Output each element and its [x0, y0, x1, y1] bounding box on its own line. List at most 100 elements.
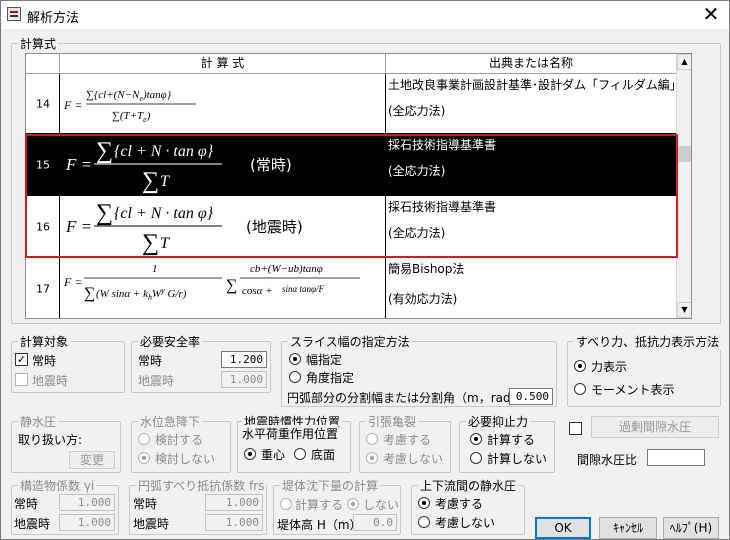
arc-quake-input[interactable]: 1.000: [205, 514, 263, 531]
structure-quake-input[interactable]: 1.000: [59, 514, 115, 531]
calc-target-label: 計算対象: [18, 333, 71, 350]
source-method: (全応力法): [388, 104, 446, 118]
table-header-formula[interactable]: 計 算 式: [60, 54, 386, 74]
settlement-label: 堤体沈下量の計算: [280, 477, 381, 494]
safety-quake-input[interactable]: 1.000: [221, 371, 267, 388]
excess-pore-checkbox[interactable]: [569, 422, 582, 435]
static-water-change-button[interactable]: 変更: [69, 451, 115, 469]
formula-17-image: F = 1 ∑ (W sinα + khWy G/r) ∑ cb+(W−ub)t…: [63, 263, 360, 302]
crack-consider-radio[interactable]: [366, 433, 378, 445]
svg-text:F =: F =: [65, 155, 92, 174]
settlement-calc-label: 計算する: [295, 498, 344, 512]
normal-checkbox[interactable]: ✓: [15, 353, 28, 366]
force-display-label: 力表示: [591, 360, 628, 374]
cancel-button[interactable]: ｷｬﾝｾﾙ: [599, 517, 657, 539]
structure-normal-input[interactable]: 1.000: [59, 494, 115, 511]
svg-text:T: T: [160, 173, 170, 190]
ok-button[interactable]: OK: [535, 517, 591, 539]
source-cell: 採石技術指導基準書 (全応力法): [386, 134, 676, 195]
svg-text:∑(T+Te): ∑(T+Te): [112, 110, 151, 124]
arc-factor-label: 円弧すべり抵抗係数 frs: [136, 477, 267, 494]
downstream-noconsider-radio[interactable]: [418, 516, 430, 528]
static-water-handling-label: 取り扱い方:: [18, 433, 83, 447]
close-icon[interactable]: ✕: [701, 3, 721, 25]
arc-normal-input[interactable]: 1.000: [205, 494, 263, 511]
downstream-consider-radio[interactable]: [418, 497, 430, 509]
suppression-calc-radio[interactable]: [470, 433, 482, 445]
source-name: 採石技術指導基準書: [388, 200, 497, 214]
table-row-selected[interactable]: 15 F = ∑ {cl + N · tan φ} ∑ T (常時) 採石技術指…: [26, 134, 676, 196]
drawdown-nocheck-radio[interactable]: [138, 452, 150, 464]
settlement-calc-radio[interactable]: [280, 498, 292, 510]
structure-quake-label: 地震時: [14, 517, 51, 531]
table-row[interactable]: 16 F = ∑ {cl + N · tan φ} ∑ T (地震時) 採石技術…: [26, 196, 676, 258]
formula-14-image: F = ∑{cl+(N−Ne)tanφ} ∑(T+Te): [63, 89, 196, 124]
table-header-corner: [26, 54, 60, 74]
table-row[interactable]: 17 F = 1 ∑ (W sinα + khWy G/r) ∑ cb+(W−u…: [26, 258, 676, 318]
suppression-nocalc-radio[interactable]: [470, 452, 482, 464]
slice-div-input[interactable]: 0.500: [509, 388, 553, 405]
quake-checkbox[interactable]: [15, 373, 28, 386]
moment-display-radio[interactable]: [574, 383, 586, 395]
formula-note: (地震時): [246, 218, 303, 236]
table-header-source[interactable]: 出典または名称: [386, 54, 676, 74]
row-number: 14: [36, 97, 50, 110]
moment-display-label: モーメント表示: [591, 383, 675, 397]
safety-normal-label: 常時: [138, 354, 163, 368]
structure-factor-label: 構造物係数 γi: [18, 477, 97, 494]
drawdown-check-radio[interactable]: [138, 433, 150, 445]
inertia-centroid-radio[interactable]: [244, 448, 256, 460]
slice-angle-radio[interactable]: [289, 371, 301, 383]
source-cell: 土地改良事業計画設計基準･設計ダム「フィルダム編」 (全応力法): [386, 74, 682, 133]
svg-text:sinα tanφ/F: sinα tanφ/F: [282, 284, 324, 294]
scroll-up-icon[interactable]: ▲: [677, 54, 691, 70]
suppression-calc-label: 計算する: [487, 433, 536, 447]
inertia-label2: 水平荷重作用位置: [242, 425, 339, 442]
safety-label: 必要安全率: [138, 333, 203, 350]
crack-consider-label: 考慮する: [383, 433, 432, 447]
svg-text:∑: ∑: [142, 230, 159, 256]
display-label: すべり力、抵抗力表示方法: [574, 333, 722, 350]
svg-text:T: T: [160, 235, 170, 252]
svg-text:cosα +: cosα +: [242, 285, 273, 297]
formula-note: (常時): [250, 156, 292, 174]
dam-height-input[interactable]: 0.0: [353, 514, 397, 531]
source-name: 簡易Bishop法: [388, 262, 465, 276]
table-row[interactable]: 14 F = ∑{cl+(N−Ne)tanφ} ∑(T+Te) 土地改良事業計画…: [26, 74, 682, 134]
formula-cell: F = ∑ {cl + N · tan φ} ∑ T (地震時): [60, 196, 386, 257]
crack-noconsider-radio[interactable]: [366, 452, 378, 464]
pore-ratio-label: 間隙水圧比: [577, 453, 638, 467]
svg-text:{cl + N · tan φ}: {cl + N · tan φ}: [114, 205, 214, 222]
dam-height-label: 堤体高 H（m）: [277, 518, 362, 532]
window-title: 解析方法: [27, 11, 80, 26]
settlement-nocalc-radio[interactable]: [347, 498, 359, 510]
pore-ratio-input[interactable]: [647, 449, 705, 466]
source-method: (全応力法): [388, 226, 446, 240]
downstream-consider-label: 考慮する: [435, 497, 484, 511]
quake-checkbox-label: 地震時: [32, 374, 69, 388]
formula-16-image: F = ∑ {cl + N · tan φ} ∑ T: [65, 200, 222, 256]
downstream-label: 上下流間の静水圧: [418, 477, 519, 494]
inertia-bottom-radio[interactable]: [294, 448, 306, 460]
safety-normal-input[interactable]: 1.200: [221, 351, 267, 368]
suppression-label: 必要抑止力: [466, 413, 531, 430]
scroll-thumb[interactable]: [678, 146, 691, 162]
help-button[interactable]: ﾍﾙﾌﾟ(H): [663, 517, 719, 539]
formula-cell: F = ∑ {cl + N · tan φ} ∑ T (常時): [60, 134, 386, 195]
svg-text:(W sinα + khWy G/r): (W sinα + khWy G/r): [96, 286, 187, 302]
scroll-down-icon[interactable]: ▼: [677, 302, 691, 318]
slice-width-radio[interactable]: [289, 353, 301, 365]
svg-text:∑{cl+(N−Ne)tanφ}: ∑{cl+(N−Ne)tanφ}: [86, 89, 172, 103]
inertia-bottom-label: 底面: [311, 448, 336, 462]
svg-text:∑: ∑: [96, 200, 113, 226]
force-display-radio[interactable]: [574, 360, 586, 372]
formula-group-label: 計算式: [18, 35, 59, 52]
safety-quake-label: 地震時: [138, 374, 175, 388]
table-scrollbar[interactable]: ▲ ▼: [676, 54, 691, 318]
excess-pore-button[interactable]: 過剰間隙水圧: [591, 416, 719, 438]
dialog-window: 解析方法 ✕ 計算式 計 算 式 出典または名称 14 F = ∑{cl+(N−…: [0, 0, 730, 540]
svg-text:cb+(W−ub)tanφ: cb+(W−ub)tanφ: [250, 263, 323, 275]
app-icon: [7, 7, 21, 21]
slice-label: スライス幅の指定方法: [288, 333, 412, 350]
drawdown-nocheck-label: 検討しない: [155, 452, 216, 466]
